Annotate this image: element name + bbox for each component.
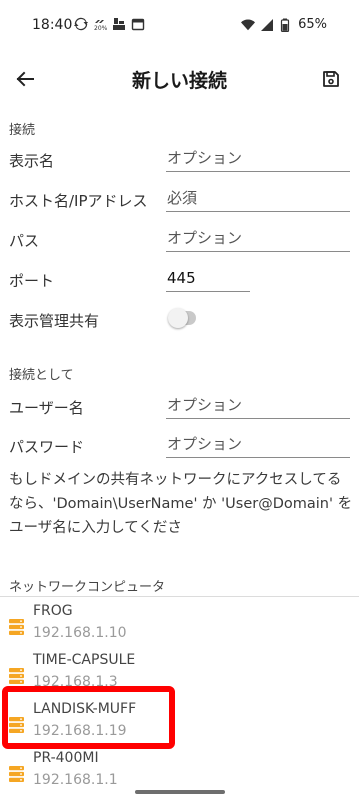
network-section-label: ネットワークコンピュータ — [9, 580, 166, 595]
network-item-name: LANDISK-MUFF — [33, 701, 137, 717]
network-item-ip: 192.168.1.3 — [33, 674, 118, 690]
network-item-frog[interactable]: FROG 192.168.1.10 — [0, 603, 359, 653]
status-time: 18:40 — [32, 17, 73, 33]
page-title: 新しい接続 — [131, 70, 227, 92]
username-label: ユーザー名 — [9, 399, 84, 417]
connection-section-label: 接続 — [9, 123, 36, 138]
password-input[interactable] — [166, 432, 350, 458]
toggle-knob — [168, 308, 188, 328]
display-name-input[interactable] — [166, 146, 350, 172]
battery-percent: 65% — [298, 17, 327, 32]
server-icon — [9, 619, 24, 635]
divider — [0, 596, 359, 597]
display-name-label: 表示名 — [9, 152, 55, 170]
network-item-name: PR-400MI — [33, 750, 99, 766]
server-icon — [9, 766, 24, 782]
port-label: ポート — [9, 272, 55, 290]
wifi-icon — [241, 19, 256, 30]
storage-icon — [113, 18, 125, 30]
app-bar: 新しい接続 — [0, 52, 359, 108]
port-input[interactable] — [166, 266, 250, 292]
save-button[interactable] — [317, 65, 345, 93]
status-icons-left: 20% — [74, 17, 145, 31]
status-bar: 18:40 20% 65% — [0, 0, 359, 52]
svg-text:20%: 20% — [94, 25, 107, 31]
host-label: ホスト名/IPアドレス — [9, 192, 148, 210]
password-label: パスワード — [9, 438, 85, 456]
username-input[interactable] — [166, 393, 350, 419]
calendar-icon — [131, 18, 145, 31]
network-item-name: FROG — [33, 603, 73, 619]
signal-icon — [261, 18, 274, 31]
network-item-landisk-muff[interactable]: LANDISK-MUFF 192.168.1.19 — [0, 701, 359, 751]
server-icon — [9, 717, 24, 733]
domain-hint-text: もしドメインの共有ネットワークにアクセスしてるなら、'Domain\UserNa… — [9, 472, 353, 536]
server-icon — [9, 668, 24, 684]
path-input[interactable] — [166, 226, 350, 252]
network-item-ip: 192.168.1.10 — [33, 625, 127, 641]
admin-shares-toggle[interactable] — [168, 308, 196, 328]
network-item-time-capsule[interactable]: TIME-CAPSULE 192.168.1.3 — [0, 652, 359, 702]
save-icon — [323, 71, 339, 87]
battery-icon — [280, 18, 290, 32]
gesture-nav-bar[interactable] — [135, 790, 225, 794]
network-item-ip: 192.168.1.1 — [33, 772, 118, 788]
admin-shares-label: 表示管理共有 — [9, 312, 100, 330]
credentials-section-label: 接続として — [9, 368, 74, 383]
sync-icon — [74, 17, 88, 31]
network-item-ip: 192.168.1.19 — [33, 723, 127, 739]
data-saver-icon: 20% — [94, 20, 107, 31]
status-icons-right: 65% — [241, 17, 327, 32]
path-label: パス — [9, 232, 40, 250]
network-item-name: TIME-CAPSULE — [33, 652, 136, 668]
host-input[interactable] — [166, 186, 350, 212]
